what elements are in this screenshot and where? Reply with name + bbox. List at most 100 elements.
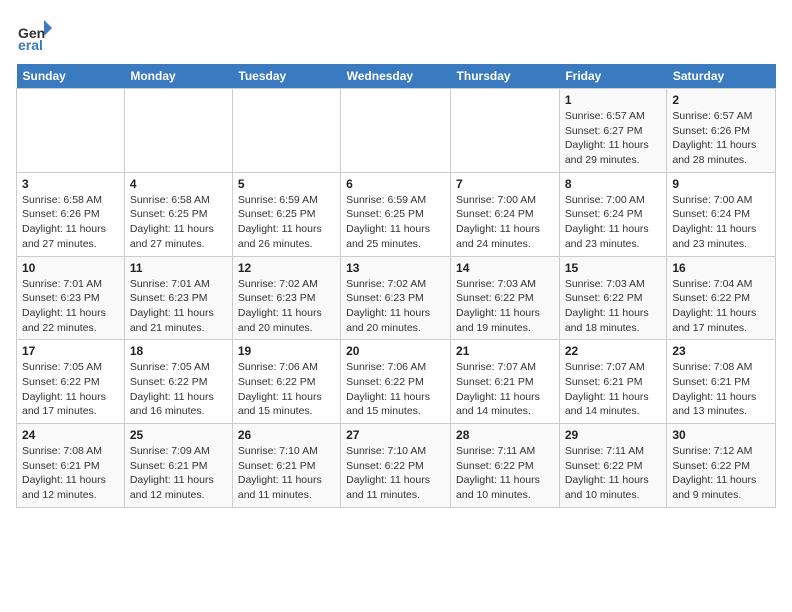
day-info: Sunrise: 7:01 AM Sunset: 6:23 PM Dayligh…	[130, 277, 227, 336]
day-info: Sunrise: 7:07 AM Sunset: 6:21 PM Dayligh…	[565, 360, 662, 419]
day-info: Sunrise: 7:00 AM Sunset: 6:24 PM Dayligh…	[456, 193, 554, 252]
weekday-header: Sunday	[17, 64, 125, 89]
calendar-cell: 29 Sunrise: 7:11 AM Sunset: 6:22 PM Dayli…	[559, 424, 667, 508]
day-number: 27	[346, 428, 445, 442]
day-number: 12	[238, 261, 335, 275]
weekday-header: Friday	[559, 64, 667, 89]
day-number: 17	[22, 344, 119, 358]
day-number: 28	[456, 428, 554, 442]
calendar-week-row: 10 Sunrise: 7:01 AM Sunset: 6:23 PM Dayli…	[17, 256, 776, 340]
day-number: 29	[565, 428, 662, 442]
calendar-cell	[451, 89, 560, 173]
day-info: Sunrise: 7:00 AM Sunset: 6:24 PM Dayligh…	[672, 193, 770, 252]
calendar-cell: 5 Sunrise: 6:59 AM Sunset: 6:25 PM Daylig…	[232, 172, 340, 256]
calendar-cell: 1 Sunrise: 6:57 AM Sunset: 6:27 PM Daylig…	[559, 89, 667, 173]
calendar-cell	[232, 89, 340, 173]
calendar-table: SundayMondayTuesdayWednesdayThursdayFrid…	[16, 64, 776, 508]
weekday-header: Wednesday	[341, 64, 451, 89]
day-info: Sunrise: 7:02 AM Sunset: 6:23 PM Dayligh…	[346, 277, 445, 336]
day-info: Sunrise: 7:12 AM Sunset: 6:22 PM Dayligh…	[672, 444, 770, 503]
day-number: 21	[456, 344, 554, 358]
logo: Gen eral	[16, 16, 56, 52]
day-info: Sunrise: 7:10 AM Sunset: 6:22 PM Dayligh…	[346, 444, 445, 503]
day-number: 23	[672, 344, 770, 358]
svg-text:eral: eral	[18, 37, 43, 52]
calendar-cell: 27 Sunrise: 7:10 AM Sunset: 6:22 PM Dayli…	[341, 424, 451, 508]
day-number: 16	[672, 261, 770, 275]
day-info: Sunrise: 6:58 AM Sunset: 6:26 PM Dayligh…	[22, 193, 119, 252]
calendar-cell: 16 Sunrise: 7:04 AM Sunset: 6:22 PM Dayli…	[667, 256, 776, 340]
day-number: 22	[565, 344, 662, 358]
calendar-week-row: 3 Sunrise: 6:58 AM Sunset: 6:26 PM Daylig…	[17, 172, 776, 256]
weekday-header: Saturday	[667, 64, 776, 89]
day-number: 2	[672, 93, 770, 107]
calendar-cell: 10 Sunrise: 7:01 AM Sunset: 6:23 PM Dayli…	[17, 256, 125, 340]
calendar-cell: 14 Sunrise: 7:03 AM Sunset: 6:22 PM Dayli…	[451, 256, 560, 340]
day-info: Sunrise: 7:01 AM Sunset: 6:23 PM Dayligh…	[22, 277, 119, 336]
calendar-cell: 24 Sunrise: 7:08 AM Sunset: 6:21 PM Dayli…	[17, 424, 125, 508]
day-info: Sunrise: 7:07 AM Sunset: 6:21 PM Dayligh…	[456, 360, 554, 419]
day-number: 30	[672, 428, 770, 442]
day-info: Sunrise: 7:11 AM Sunset: 6:22 PM Dayligh…	[456, 444, 554, 503]
day-info: Sunrise: 6:58 AM Sunset: 6:25 PM Dayligh…	[130, 193, 227, 252]
day-info: Sunrise: 7:11 AM Sunset: 6:22 PM Dayligh…	[565, 444, 662, 503]
day-number: 26	[238, 428, 335, 442]
calendar-cell: 8Sunrise: 7:00 AM Sunset: 6:24 PM Daylig…	[559, 172, 667, 256]
calendar-cell: 30 Sunrise: 7:12 AM Sunset: 6:22 PM Dayli…	[667, 424, 776, 508]
page-header: Gen eral	[16, 16, 776, 52]
day-info: Sunrise: 7:05 AM Sunset: 6:22 PM Dayligh…	[22, 360, 119, 419]
calendar-cell: 2Sunrise: 6:57 AM Sunset: 6:26 PM Daylig…	[667, 89, 776, 173]
calendar-cell: 19Sunrise: 7:06 AM Sunset: 6:22 PM Dayli…	[232, 340, 340, 424]
day-info: Sunrise: 7:04 AM Sunset: 6:22 PM Dayligh…	[672, 277, 770, 336]
day-info: Sunrise: 7:02 AM Sunset: 6:23 PM Dayligh…	[238, 277, 335, 336]
day-number: 18	[130, 344, 227, 358]
day-info: Sunrise: 6:59 AM Sunset: 6:25 PM Dayligh…	[238, 193, 335, 252]
day-number: 9	[672, 177, 770, 191]
day-info: Sunrise: 7:10 AM Sunset: 6:21 PM Dayligh…	[238, 444, 335, 503]
day-number: 6	[346, 177, 445, 191]
day-info: Sunrise: 7:08 AM Sunset: 6:21 PM Dayligh…	[672, 360, 770, 419]
day-number: 11	[130, 261, 227, 275]
day-number: 10	[22, 261, 119, 275]
day-info: Sunrise: 7:05 AM Sunset: 6:22 PM Dayligh…	[130, 360, 227, 419]
day-number: 25	[130, 428, 227, 442]
day-number: 20	[346, 344, 445, 358]
day-number: 24	[22, 428, 119, 442]
day-info: Sunrise: 6:57 AM Sunset: 6:27 PM Dayligh…	[565, 109, 662, 168]
calendar-cell: 17 Sunrise: 7:05 AM Sunset: 6:22 PM Dayli…	[17, 340, 125, 424]
calendar-cell: 20 Sunrise: 7:06 AM Sunset: 6:22 PM Dayli…	[341, 340, 451, 424]
day-info: Sunrise: 7:03 AM Sunset: 6:22 PM Dayligh…	[456, 277, 554, 336]
day-number: 15	[565, 261, 662, 275]
calendar-cell	[17, 89, 125, 173]
day-info: Sunrise: 7:03 AM Sunset: 6:22 PM Dayligh…	[565, 277, 662, 336]
day-number: 7	[456, 177, 554, 191]
day-info: Sunrise: 7:00 AM Sunset: 6:24 PM Dayligh…	[565, 193, 662, 252]
day-number: 4	[130, 177, 227, 191]
calendar-cell	[124, 89, 232, 173]
calendar-cell: 23 Sunrise: 7:08 AM Sunset: 6:21 PM Dayli…	[667, 340, 776, 424]
weekday-header: Monday	[124, 64, 232, 89]
day-number: 3	[22, 177, 119, 191]
weekday-header: Tuesday	[232, 64, 340, 89]
logo-icon: Gen eral	[16, 16, 52, 52]
weekday-header: Thursday	[451, 64, 560, 89]
day-info: Sunrise: 7:08 AM Sunset: 6:21 PM Dayligh…	[22, 444, 119, 503]
day-info: Sunrise: 7:06 AM Sunset: 6:22 PM Dayligh…	[346, 360, 445, 419]
calendar-cell	[341, 89, 451, 173]
calendar-cell: 11 Sunrise: 7:01 AM Sunset: 6:23 PM Dayli…	[124, 256, 232, 340]
calendar-week-row: 24 Sunrise: 7:08 AM Sunset: 6:21 PM Dayli…	[17, 424, 776, 508]
day-number: 14	[456, 261, 554, 275]
calendar-cell: 12 Sunrise: 7:02 AM Sunset: 6:23 PM Dayli…	[232, 256, 340, 340]
calendar-cell: 21 Sunrise: 7:07 AM Sunset: 6:21 PM Dayli…	[451, 340, 560, 424]
calendar-cell: 22 Sunrise: 7:07 AM Sunset: 6:21 PM Dayli…	[559, 340, 667, 424]
day-number: 5	[238, 177, 335, 191]
calendar-cell: 15 Sunrise: 7:03 AM Sunset: 6:22 PM Dayli…	[559, 256, 667, 340]
calendar-header-row: SundayMondayTuesdayWednesdayThursdayFrid…	[17, 64, 776, 89]
calendar-cell: 25Sunrise: 7:09 AM Sunset: 6:21 PM Dayli…	[124, 424, 232, 508]
calendar-cell: 7 Sunrise: 7:00 AM Sunset: 6:24 PM Daylig…	[451, 172, 560, 256]
calendar-cell: 6 Sunrise: 6:59 AM Sunset: 6:25 PM Daylig…	[341, 172, 451, 256]
day-number: 1	[565, 93, 662, 107]
day-info: Sunrise: 6:59 AM Sunset: 6:25 PM Dayligh…	[346, 193, 445, 252]
calendar-cell: 9 Sunrise: 7:00 AM Sunset: 6:24 PM Daylig…	[667, 172, 776, 256]
day-number: 19	[238, 344, 335, 358]
